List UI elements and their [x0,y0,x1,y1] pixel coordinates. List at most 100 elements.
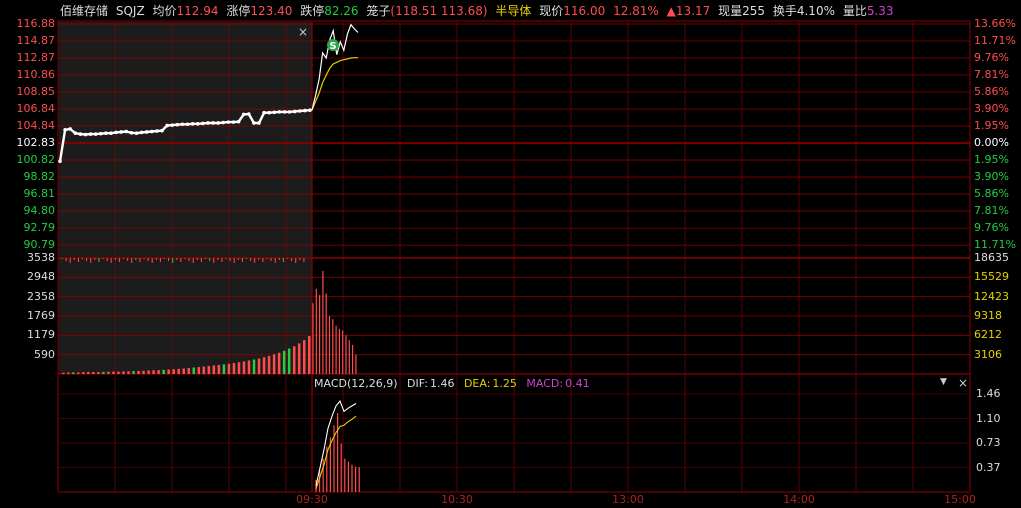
preopen-price-point [93,132,98,136]
time-axis-label: 13:00 [612,493,644,506]
quote-header: 佰维存储 SQJZ 均价112.94 涨停123.40 跌停82.26 笼子(1… [60,4,898,20]
close-macd-icon[interactable]: × [958,376,968,390]
preopen-price-point [287,110,292,114]
turnover-label: 换手 [772,4,797,18]
preopen-volume-bar [222,364,226,374]
preopen-volume-bar [262,357,266,374]
preopen-price-point [308,108,312,112]
volume-axis-label-right: 3106 [974,347,1002,361]
dea-value: 1.25 [492,377,517,390]
preopen-volume-bar [112,371,115,374]
price-axis-label: 102.83 [16,136,56,150]
volume-axis-label-right: 6212 [974,328,1002,342]
pct-axis-label: 1.95% [974,153,1009,167]
pct-axis-label: 7.81% [974,68,1009,82]
dropdown-icon[interactable]: ▼ [940,377,947,387]
preopen-price-point [139,130,144,135]
macd-axis-label: 0.73 [976,436,1001,449]
preopen-price-point [267,110,271,115]
preopen-price-point [170,123,175,127]
cage-label: 笼子 [366,4,391,18]
preopen-price-point [292,109,297,114]
preopen-volume-bar [72,372,75,374]
preopen-volume-bar [242,361,246,374]
price-axis-label: 100.82 [16,153,56,167]
preopen-volume-bar [187,368,191,374]
volume-axis-label: 2358 [27,289,55,303]
preopen-volume-bar [82,372,85,374]
preopen-price-point [303,108,307,113]
preopen-price-point [150,129,154,134]
preopen-volume-bar [227,363,231,374]
preopen-price-point [109,131,113,136]
vol-label: 现量 [718,4,743,18]
preopen-volume-bar [147,370,150,374]
time-axis-label: 14:00 [783,493,815,506]
price-axis-label: 108.85 [16,85,56,99]
pct-axis-label: 5.86% [974,85,1009,99]
macd-axis-label: 1.10 [976,411,1001,425]
preopen-price-point [231,120,236,124]
preopen-volume-bar [302,340,306,374]
price-axis-label: 114.87 [16,34,56,47]
volume-axis-label-right: 18635 [974,251,1009,264]
change-value: 13.17 [675,4,711,18]
pct-axis-label: 13.66% [974,17,1016,30]
vol-value: 255 [742,4,766,18]
price-axis-label: 106.84 [16,102,56,116]
preopen-volume-bar [308,335,311,374]
macd-header: MACD(12,26,9) DIF: 1.46 DEA: 1.25 MACD: 0.4… [314,377,596,390]
preopen-volume-bar [192,367,196,374]
close-preopen-icon[interactable]: × [298,25,308,39]
preopen-price-point [175,122,180,127]
volume-axis-label: 1769 [27,309,55,322]
preopen-price-point [99,131,103,136]
sell-signal-label: S [329,41,336,52]
volume-axis-label-right: 15529 [974,270,1009,284]
price-axis-label: 92.79 [23,221,56,235]
preopen-price-point [262,110,266,115]
preopen-price-point [124,129,129,134]
limit-up-value: 123.40 [250,4,293,18]
preopen-volume-bar [127,371,130,374]
preopen-price-point [73,131,78,136]
macd-value: 0.41 [565,377,590,390]
preopen-price-point [272,110,277,115]
preopen-volume-bar [122,371,125,374]
preopen-price-point [68,127,73,131]
volume-axis-label: 3538 [27,251,55,264]
stock-name[interactable]: 佰维存储 [60,4,108,18]
preopen-volume-bar [212,365,216,374]
sector-label[interactable]: 半导体 [495,4,531,18]
price-axis-label: 112.87 [16,51,56,64]
preopen-volume-bar [107,371,110,374]
price-axis-label: 98.82 [23,170,56,184]
pct-axis-label: 0.00% [974,136,1009,150]
preopen-price-point [211,121,215,125]
pct-axis-label: 1.95% [974,119,1009,133]
preopen-price-point [236,119,241,124]
price-axis-label: 110.86 [16,68,56,82]
pct-axis-label: 7.81% [974,204,1009,218]
preopen-price-point [277,110,282,114]
preopen-price-point [206,121,210,125]
price-axis-label: 90.79 [23,238,56,252]
price-label: 现价 [539,4,564,18]
preopen-price-point [216,121,220,125]
pct-axis-label: 5.86% [974,187,1009,201]
pct-axis-label: 3.90% [974,102,1009,116]
preopen-price-point [58,159,62,164]
preopen-price-point [221,120,226,125]
preopen-volume-bar [142,370,145,374]
dif-label: DIF: [407,377,428,390]
stock-code: SQJZ [115,4,145,18]
preopen-volume-bar [232,363,236,374]
volume-axis-label: 2948 [27,270,55,284]
preopen-volume-bar [177,368,180,374]
avg-value: 112.94 [176,4,219,18]
macd-title[interactable]: MACD(12,26,9) [314,377,398,390]
preopen-price-point [104,131,108,136]
pct-axis-label: 9.76% [974,221,1009,235]
time-axis-label: 10:30 [441,493,473,506]
preopen-price-point [252,121,256,125]
